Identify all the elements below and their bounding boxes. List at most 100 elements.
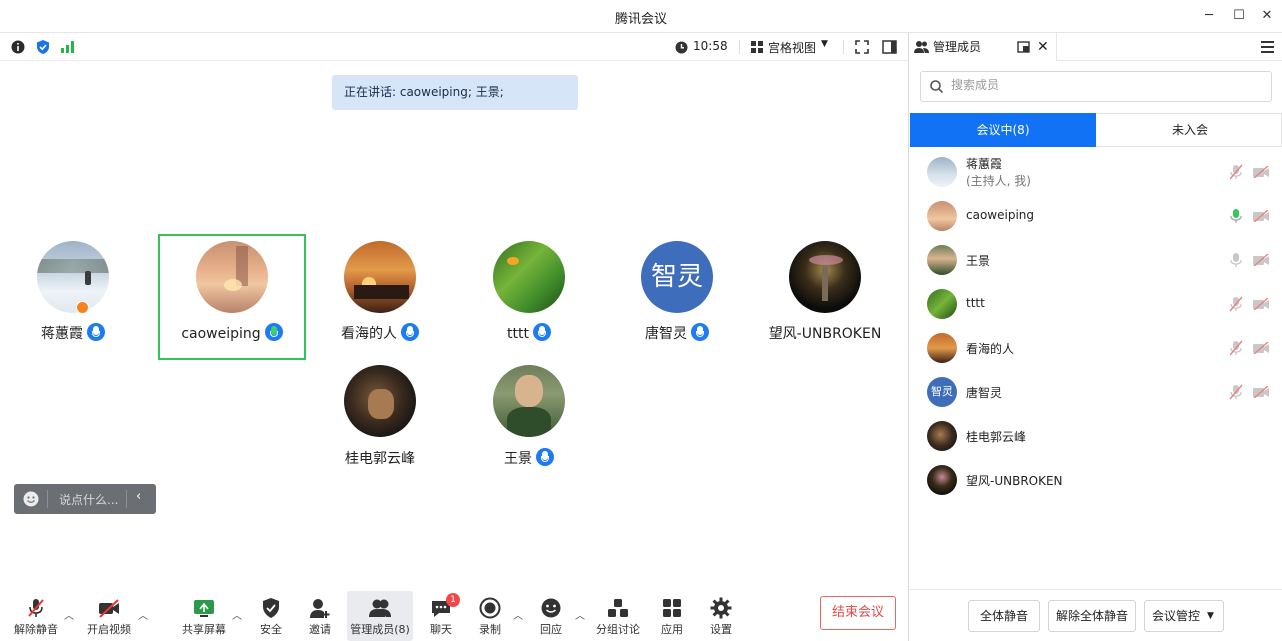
tab-in-meeting[interactable]: 会议中(8) (910, 113, 1096, 147)
fullscreen-icon[interactable] (855, 40, 869, 54)
member-row[interactable]: 桂电郭云峰 (909, 414, 1282, 458)
participant-tile[interactable]: 看海的人 (306, 233, 454, 359)
unread-badge: 1 (446, 593, 460, 607)
meeting-clock: 10:58 (693, 39, 728, 53)
panel-tab-members[interactable]: 管理成员 ✕ (909, 33, 1057, 61)
start-video-button[interactable]: 开启视频 (81, 591, 137, 641)
avatar (196, 241, 268, 313)
close-window-icon[interactable]: ✕ (1257, 6, 1277, 26)
member-name: caoweiping (966, 208, 1034, 222)
record-button[interactable]: 录制 (462, 591, 518, 641)
mic-muted-icon[interactable] (1229, 164, 1243, 180)
shield-icon[interactable] (36, 39, 50, 55)
camera-off-icon[interactable] (1253, 386, 1269, 398)
mic-active-icon[interactable] (1229, 208, 1243, 224)
mic-icon (691, 323, 709, 341)
window-title: 腾讯会议 (614, 12, 667, 27)
mic-icon (401, 323, 419, 341)
chevron-up-icon[interactable]: ︿ (138, 607, 148, 622)
mic-muted-icon[interactable] (1229, 384, 1243, 400)
close-icon[interactable]: ✕ (1037, 33, 1049, 61)
minimize-icon[interactable]: ─ (1199, 6, 1219, 26)
chevron-up-icon[interactable]: ︿ (575, 607, 585, 622)
camera-off-icon[interactable] (1253, 210, 1269, 222)
member-name: 蒋蕙霞 (966, 157, 1003, 171)
share-screen-button[interactable]: 共享屏幕 (176, 591, 232, 641)
quick-chat-bar[interactable]: 说点什么... ‹ (14, 484, 156, 514)
avatar (927, 289, 957, 319)
mic-icon[interactable] (1229, 252, 1243, 268)
camera-off-icon[interactable] (1253, 298, 1269, 310)
meeting-control-dropdown[interactable]: 会议管控 ▼ (1144, 600, 1224, 632)
chevron-left-icon[interactable]: ‹ (136, 489, 141, 504)
participant-tile[interactable]: 蒋蕙霞 (0, 233, 147, 359)
host-badge-icon (76, 301, 89, 314)
camera-off-icon (99, 599, 119, 618)
avatar (37, 241, 109, 313)
participant-tile[interactable]: 王景 (455, 358, 603, 484)
mic-muted-icon[interactable] (1229, 296, 1243, 312)
settings-button[interactable]: 设置 (693, 591, 749, 641)
chevron-up-icon[interactable]: ︿ (64, 607, 74, 622)
search-input[interactable] (951, 78, 1251, 92)
avatar (344, 241, 416, 313)
tile-name-row: caoweiping (160, 323, 304, 342)
menu-icon[interactable] (1261, 41, 1274, 53)
panel-header: 管理成员 ✕ (909, 33, 1282, 61)
participant-tile[interactable]: 桂电郭云峰 (306, 358, 454, 484)
view-label: 宫格视图 (768, 41, 817, 55)
camera-off-icon[interactable] (1253, 342, 1269, 354)
mute-all-button[interactable]: 全体静音 (968, 600, 1040, 632)
end-meeting-button[interactable]: 结束会议 (820, 596, 896, 630)
member-name: tttt (966, 296, 985, 310)
divider (843, 40, 844, 54)
meeting-info-bar: 10:58 宫格视图 ▼ (0, 33, 908, 61)
member-name: 王景 (966, 254, 991, 268)
emoji-icon[interactable] (23, 491, 39, 507)
avatar (927, 201, 957, 231)
meeting-control-label: 会议管控 (1152, 609, 1201, 623)
participant-tile[interactable]: 望风-UNBROKEN (751, 233, 899, 359)
toolbar-label: 设置 (710, 623, 732, 636)
member-row[interactable]: 望风-UNBROKEN (909, 458, 1282, 502)
meeting-toolbar: 解除静音 ︿ 开启视频 ︿ 共享屏幕 ︿ 安全 邀请 管理成员(8) 1 聊天 … (0, 591, 908, 641)
maximize-icon[interactable]: ☐ (1229, 6, 1249, 26)
participant-tile[interactable]: 智灵 唐智灵 (603, 233, 751, 359)
avatar (493, 365, 565, 437)
mic-muted-icon[interactable] (1229, 340, 1243, 356)
member-row[interactable]: caoweiping (909, 194, 1282, 238)
participant-tile-active-speaker[interactable]: caoweiping (158, 234, 306, 360)
member-row[interactable]: 王景 (909, 238, 1282, 282)
add-user-icon (310, 599, 330, 618)
members-icon (914, 41, 929, 53)
toolbar-label: 开启视频 (87, 623, 131, 636)
popout-icon[interactable] (1017, 41, 1030, 53)
emoji-reaction-icon (541, 598, 561, 618)
member-name: 看海的人 (966, 342, 1015, 356)
unmute-all-button[interactable]: 解除全体静音 (1048, 600, 1136, 632)
member-row[interactable]: 蒋蕙霞 (主持人, 我) (909, 150, 1282, 194)
tab-not-joined[interactable]: 未入会 (1097, 113, 1282, 147)
participant-tile[interactable]: tttt (455, 233, 603, 359)
camera-off-icon[interactable] (1253, 166, 1269, 178)
mic-muted-icon (28, 599, 44, 617)
sidebar-toggle-icon[interactable] (882, 40, 897, 54)
participant-name: 王景 (504, 451, 532, 467)
toolbar-label: 共享屏幕 (182, 623, 226, 636)
member-row[interactable]: 看海的人 (909, 326, 1282, 370)
chevron-up-icon[interactable]: ︿ (232, 607, 242, 622)
meeting-area: 10:58 宫格视图 ▼ 正在讲话: caoweiping; 王景; 蒋蕙霞 c… (0, 33, 908, 641)
info-icon[interactable] (11, 40, 25, 54)
member-search[interactable] (920, 71, 1272, 102)
unmute-button[interactable]: 解除静音 (8, 591, 64, 641)
signal-icon[interactable] (61, 40, 75, 53)
camera-off-icon[interactable] (1253, 254, 1269, 266)
record-icon (479, 597, 501, 619)
avatar: 智灵 (641, 241, 713, 313)
chevron-up-icon[interactable]: ︿ (513, 607, 523, 622)
member-row[interactable]: tttt (909, 282, 1282, 326)
chat-input-placeholder[interactable]: 说点什么... (59, 491, 118, 508)
reaction-button[interactable]: 回应 (523, 591, 579, 641)
member-row[interactable]: 智灵 唐智灵 (909, 370, 1282, 414)
avatar (927, 245, 957, 275)
